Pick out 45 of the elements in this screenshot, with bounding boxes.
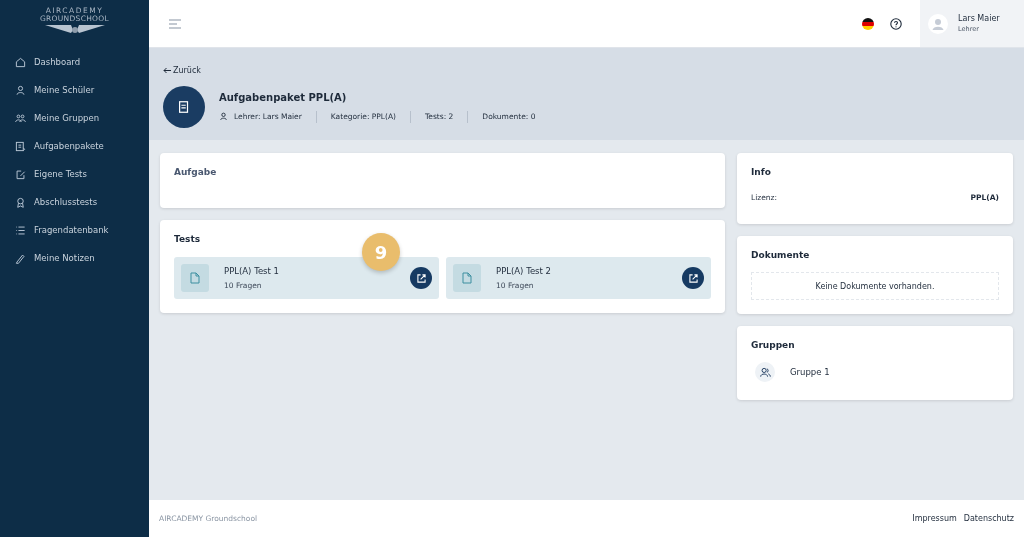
sidebar-item[interactable]: Meine Gruppen	[0, 104, 149, 132]
test-name: PPL(A) Test 2	[496, 266, 552, 276]
external-link-icon	[416, 273, 426, 283]
menu-item-icon	[15, 168, 26, 180]
external-link-icon	[688, 273, 698, 283]
menu-item-icon	[15, 112, 26, 124]
menu-item-icon	[15, 84, 26, 96]
user-name: Lars Maier	[958, 14, 1000, 23]
sidebar-item[interactable]: Aufgabenpakete	[0, 132, 149, 160]
footer-link[interactable]: Impressum	[912, 514, 957, 523]
document-icon	[181, 264, 209, 292]
sidebar-item[interactable]: Meine Notizen	[0, 244, 149, 272]
test-name: PPL(A) Test 1	[224, 266, 280, 276]
help-icon[interactable]	[890, 17, 902, 30]
person-icon	[219, 112, 228, 121]
card-title: Aufgabe	[174, 167, 218, 177]
footer-link[interactable]: Datenschutz	[963, 514, 1014, 523]
menu-item-icon	[15, 140, 26, 152]
empty-message: Keine Dokumente vorhanden.	[751, 272, 999, 300]
sidebar-item[interactable]: Meine Schüler	[0, 76, 149, 104]
page-title: Aufgabenpaket PPL(A)	[219, 91, 348, 103]
package-icon	[163, 86, 205, 128]
group-name[interactable]: Gruppe 1	[790, 367, 830, 377]
menu-item-icon	[15, 56, 26, 68]
open-link-button[interactable]	[682, 267, 704, 289]
sidebar-item[interactable]: Eigene Tests	[0, 160, 149, 188]
card-title: Info	[751, 167, 772, 177]
sidebar-item[interactable]: Dashboard	[0, 48, 149, 76]
arrow-left-icon	[163, 67, 171, 74]
avatar-icon	[928, 13, 948, 34]
open-link-button[interactable]	[410, 267, 432, 289]
menu-item-icon	[15, 224, 26, 236]
flag-icon[interactable]	[862, 17, 874, 30]
menu-item-icon	[15, 252, 26, 264]
card-title: Gruppen	[751, 340, 796, 350]
sidebar-item[interactable]: Fragendatenbank	[0, 216, 149, 244]
back-link[interactable]: Zurück	[163, 66, 201, 75]
card-title: Tests	[174, 234, 202, 244]
card-title: Dokumente	[751, 250, 811, 260]
menu-item-icon	[15, 196, 26, 208]
step-badge: 9	[362, 233, 400, 271]
group-icon	[755, 362, 775, 382]
sidebar-item[interactable]: Abschlusstests	[0, 188, 149, 216]
document-icon	[453, 264, 481, 292]
wings-logo-icon	[44, 23, 105, 36]
